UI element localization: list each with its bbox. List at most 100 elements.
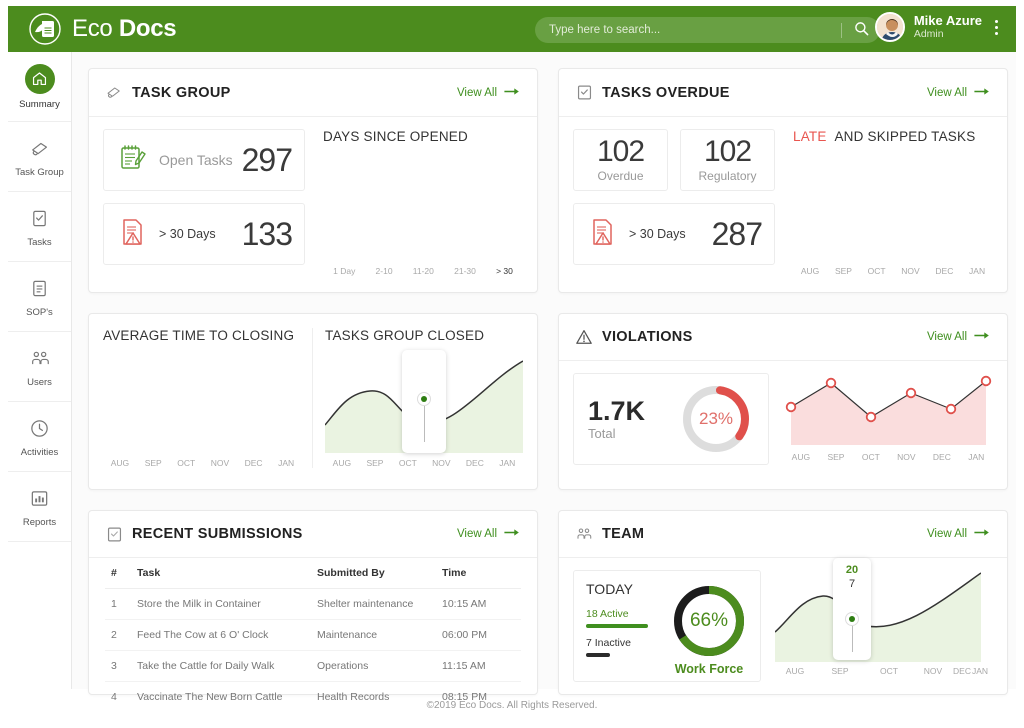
axis-tick: AUG bbox=[791, 452, 811, 462]
view-all-task-group[interactable]: View All bbox=[457, 87, 521, 99]
arrow-right-icon bbox=[504, 528, 521, 540]
chart-tooltip: 20 7 bbox=[833, 558, 871, 660]
view-all-recent-submissions[interactable]: View All bbox=[457, 528, 521, 540]
view-all-team[interactable]: View All bbox=[927, 528, 991, 540]
task-check-icon bbox=[575, 84, 593, 102]
donut-caption: Work Force bbox=[674, 662, 744, 676]
sidebar-item-sops[interactable]: SOP's bbox=[8, 262, 71, 332]
card-header: VIOLATIONS View All bbox=[559, 314, 1007, 361]
tile-label: Overdue bbox=[597, 169, 644, 183]
sidebar-item-label: Activities bbox=[20, 446, 59, 458]
chart-title: AVERAGE TIME TO CLOSING bbox=[103, 328, 295, 343]
user-role: Admin bbox=[913, 28, 944, 41]
axis-tick: 21-30 bbox=[454, 266, 476, 276]
brand-light: Eco bbox=[72, 15, 119, 42]
sidebar-item-activities[interactable]: Activities bbox=[8, 402, 71, 472]
cell-task: Store the Milk in Container bbox=[131, 588, 311, 620]
footer: ©2019 Eco Docs. All Rights Reserved. bbox=[426, 700, 598, 711]
cell-num: 2 bbox=[105, 619, 131, 651]
tile-value: 102 bbox=[596, 135, 645, 168]
sidebar-item-label: Summary bbox=[19, 98, 60, 110]
x-axis: AUG SEP OCT NOV DEC JAN bbox=[775, 666, 993, 676]
col-task: Task bbox=[131, 558, 311, 589]
axis-tick: 11-20 bbox=[412, 266, 434, 276]
card-tasks-overdue: TASKS OVERDUE View All 102 Overdue 102 R… bbox=[558, 68, 1008, 293]
view-all-violations[interactable]: View All bbox=[927, 331, 991, 343]
home-icon bbox=[24, 63, 55, 94]
brand-bold: Docs bbox=[118, 15, 177, 42]
chart-title-rest: AND SKIPPED TASKS bbox=[830, 129, 976, 144]
card-recent-submissions: RECENT SUBMISSIONS View All # Task Submi… bbox=[88, 510, 538, 703]
axis-tick: OCT bbox=[398, 458, 417, 468]
legend-active-label: 18 Active bbox=[586, 608, 629, 620]
axis-tick: 1 Day bbox=[333, 266, 356, 276]
violations-total-box[interactable]: 1.7K Total 23% bbox=[573, 373, 769, 465]
view-all-label: View All bbox=[926, 86, 967, 99]
cell-by: Maintenance bbox=[311, 619, 436, 651]
axis-tick: JAN bbox=[499, 458, 516, 468]
cell-task: Take the Cattle for Daily Walk bbox=[131, 650, 311, 682]
total-value: 1.7K bbox=[588, 395, 646, 426]
cell-time: 11:15 AM bbox=[436, 650, 521, 682]
bar-chart bbox=[103, 353, 302, 453]
avatar[interactable] bbox=[874, 12, 905, 42]
sidebar-item-users[interactable]: Users bbox=[8, 332, 71, 402]
stat-open-tasks[interactable]: Open Tasks 297 bbox=[103, 129, 305, 191]
sidebar-item-tasks[interactable]: Tasks bbox=[8, 192, 71, 262]
tooltip-marker bbox=[845, 612, 859, 626]
card-title: TEAM bbox=[602, 526, 645, 542]
sidebar-item-task-group[interactable]: Task Group bbox=[8, 122, 71, 192]
card-body: Open Tasks 297 > 30 Days 133 DAYS SINCE … bbox=[89, 117, 537, 292]
overdue-stats: 102 Overdue 102 Regulatory > 30 Days 287 bbox=[573, 129, 775, 276]
total-label: Total bbox=[588, 426, 616, 442]
table-row[interactable]: 3 Take the Cattle for Daily Walk Operati… bbox=[105, 650, 521, 682]
tile-overdue[interactable]: 102 Overdue bbox=[573, 129, 668, 191]
sidebar-item-reports[interactable]: Reports bbox=[8, 472, 71, 542]
app-header: Eco Docs Type here to search... Mike Azu… bbox=[8, 6, 1016, 52]
clock-icon bbox=[27, 416, 53, 442]
team-today-box[interactable]: TODAY 18 Active 7 Inactive 66% Work Forc… bbox=[573, 570, 761, 682]
card-task-group: TASK GROUP View All Open Tasks 297 > 30 … bbox=[88, 68, 538, 293]
view-all-tasks-overdue[interactable]: View All bbox=[927, 87, 991, 99]
bar-chart-icon bbox=[27, 486, 53, 512]
cell-by: Shelter maintenance bbox=[311, 588, 436, 620]
area-chart bbox=[325, 350, 523, 453]
x-axis: AUG SEP OCT NOV DEC JAN bbox=[793, 266, 993, 276]
axis-tick: DEC bbox=[935, 266, 954, 276]
axis-tick: DEC bbox=[465, 458, 484, 468]
donut-center-label: 23% bbox=[698, 409, 734, 428]
axis-tick: SEP bbox=[144, 458, 162, 468]
search-bar[interactable] bbox=[535, 17, 880, 43]
card-header: TEAM View All bbox=[559, 511, 1007, 558]
axis-tick: AUG bbox=[785, 666, 805, 676]
stat-over-30-days[interactable]: > 30 Days 287 bbox=[573, 203, 775, 265]
card-team: TEAM View All TODAY 18 Active 7 Inactive… bbox=[558, 510, 1008, 695]
view-all-label: View All bbox=[456, 86, 497, 99]
x-axis: AUG SEP OCT NOV DEC JAN bbox=[325, 458, 523, 468]
legend-inactive-bar bbox=[586, 653, 610, 657]
arrow-right-icon bbox=[974, 528, 991, 540]
card-title: TASK GROUP bbox=[132, 84, 231, 101]
tile-regulatory[interactable]: 102 Regulatory bbox=[680, 129, 775, 191]
user-menu[interactable]: Mike Azure Admin bbox=[874, 12, 1000, 42]
logo[interactable]: Eco Docs bbox=[28, 12, 177, 46]
table-row[interactable]: 2 Feed The Cow at 6 O' Clock Maintenance… bbox=[105, 619, 521, 651]
stat-label: Open Tasks bbox=[159, 152, 233, 168]
stat-over-30-days[interactable]: > 30 Days 133 bbox=[103, 203, 305, 265]
card-body: # Task Submitted By Time 1 Store the Mil… bbox=[89, 558, 537, 712]
team-legend: TODAY 18 Active 7 Inactive bbox=[586, 581, 648, 657]
axis-tick: AUG bbox=[332, 458, 352, 468]
view-all-label: View All bbox=[926, 331, 967, 343]
col-num: # bbox=[105, 558, 131, 589]
axis-tick: JAN bbox=[969, 266, 986, 276]
card-body: 102 Overdue 102 Regulatory > 30 Days 287… bbox=[559, 117, 1007, 292]
tooltip-stem bbox=[423, 406, 425, 442]
search-input[interactable] bbox=[535, 24, 841, 36]
area-chart: 20 7 bbox=[775, 558, 993, 662]
table-row[interactable]: 1 Store the Milk in Container Shelter ma… bbox=[105, 588, 521, 620]
stat-value: 133 bbox=[241, 215, 293, 252]
warning-triangle-icon bbox=[575, 328, 593, 346]
sidebar-item-summary[interactable]: Summary bbox=[8, 52, 71, 122]
dashboard-grid: TASK GROUP View All Open Tasks 297 > 30 … bbox=[88, 68, 1008, 703]
kebab-menu-icon[interactable] bbox=[993, 18, 1000, 37]
